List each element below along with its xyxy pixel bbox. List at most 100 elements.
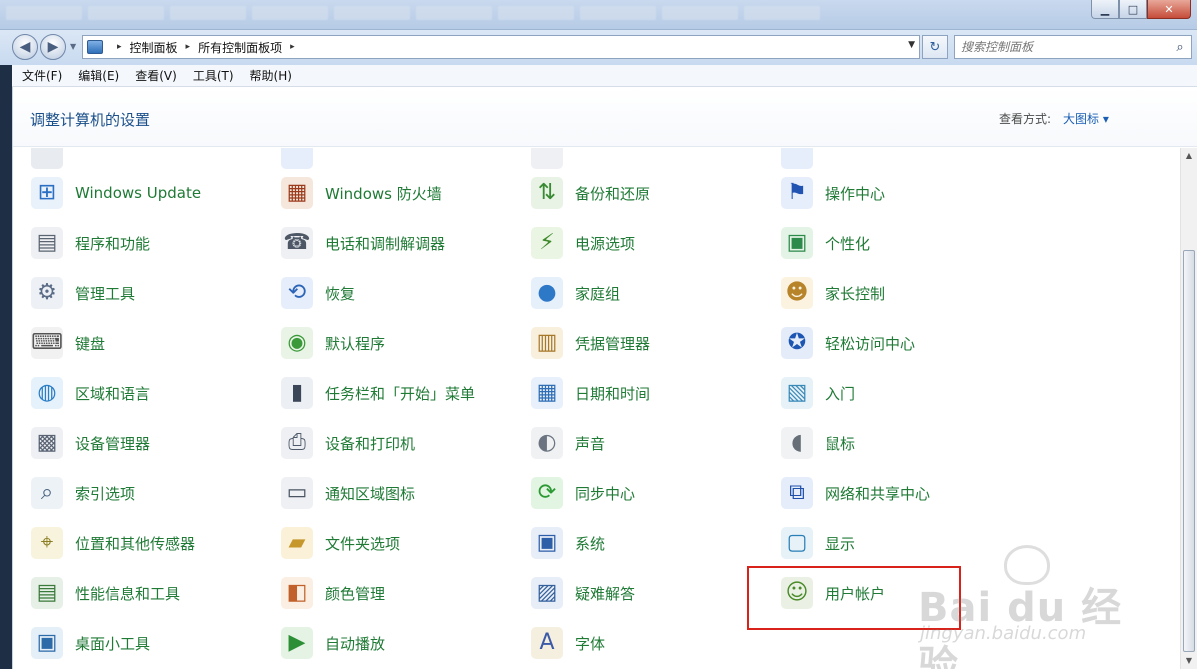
control-panel-item-label[interactable]: 文件夹选项: [325, 533, 400, 554]
control-panel-item[interactable]: ▥ 凭据管理器: [513, 323, 758, 363]
maximize-button[interactable]: □: [1119, 0, 1147, 19]
partial-item[interactable]: [763, 148, 1008, 173]
control-panel-item-label[interactable]: 程序和功能: [75, 233, 150, 254]
control-panel-item-label[interactable]: Windows Update: [75, 184, 201, 202]
control-panel-item-label[interactable]: Windows 防火墙: [325, 183, 442, 204]
control-panel-item[interactable]: ⊞ Windows Update: [13, 173, 258, 213]
control-panel-item[interactable]: ▦ 日期和时间: [513, 373, 758, 413]
control-panel-item[interactable]: ▣ 桌面小工具: [13, 623, 258, 663]
control-panel-item[interactable]: ⌖ 位置和其他传感器: [13, 523, 258, 563]
control-panel-item[interactable]: ⇅ 备份和还原: [513, 173, 758, 213]
control-panel-item-label[interactable]: 管理工具: [75, 283, 135, 304]
control-panel-item-label[interactable]: 索引选项: [75, 483, 135, 504]
control-panel-item-label[interactable]: 电源选项: [575, 233, 635, 254]
control-panel-item[interactable]: ▮ 任务栏和「开始」菜单: [263, 373, 508, 413]
scroll-up-arrow-icon[interactable]: ▲: [1181, 148, 1197, 164]
control-panel-item-label[interactable]: 疑难解答: [575, 583, 635, 604]
control-panel-item-label[interactable]: 个性化: [825, 233, 870, 254]
control-panel-item-label[interactable]: 家长控制: [825, 283, 885, 304]
vertical-scrollbar[interactable]: ▲ ▼: [1180, 148, 1197, 669]
refresh-button[interactable]: ↻: [922, 35, 948, 59]
control-panel-item[interactable]: ▤ 性能信息和工具: [13, 573, 258, 613]
back-button[interactable]: ◀: [12, 34, 38, 60]
control-panel-item[interactable]: ▩ 设备管理器: [13, 423, 258, 463]
search-input[interactable]: [955, 36, 1169, 58]
control-panel-item[interactable]: ⚙ 管理工具: [13, 273, 258, 313]
partial-item[interactable]: [513, 148, 758, 173]
control-panel-item[interactable]: ▧ 入门: [763, 373, 1008, 413]
breadcrumb-separator[interactable]: ▸: [117, 42, 122, 52]
menu-view[interactable]: 查看(V): [125, 67, 183, 84]
control-panel-item-label[interactable]: 恢复: [325, 283, 355, 304]
scroll-thumb[interactable]: [1183, 250, 1195, 652]
forward-button[interactable]: ▶: [40, 34, 66, 60]
control-panel-item-label[interactable]: 鼠标: [825, 433, 855, 454]
control-panel-item-label[interactable]: 凭据管理器: [575, 333, 650, 354]
control-panel-item[interactable]: A 字体: [513, 623, 758, 663]
control-panel-item[interactable]: ⧉ 网络和共享中心: [763, 473, 1008, 513]
control-panel-item-label[interactable]: 默认程序: [325, 333, 385, 354]
control-panel-item[interactable]: ● 家庭组: [513, 273, 758, 313]
scroll-down-arrow-icon[interactable]: ▼: [1181, 653, 1197, 669]
control-panel-item[interactable]: ◖ 鼠标: [763, 423, 1008, 463]
control-panel-item-label[interactable]: 网络和共享中心: [825, 483, 930, 504]
control-panel-item[interactable]: ▣ 系统: [513, 523, 758, 563]
control-panel-item-label[interactable]: 位置和其他传感器: [75, 533, 195, 554]
control-panel-item-label[interactable]: 字体: [575, 633, 605, 654]
control-panel-item-label[interactable]: 颜色管理: [325, 583, 385, 604]
control-panel-item-label[interactable]: 入门: [825, 383, 855, 404]
control-panel-item-label[interactable]: 任务栏和「开始」菜单: [325, 383, 475, 404]
search-icon[interactable]: ⌕: [1169, 40, 1191, 55]
control-panel-item[interactable]: ◉ 默认程序: [263, 323, 508, 363]
control-panel-item[interactable]: ◐ 声音: [513, 423, 758, 463]
control-panel-item[interactable]: ☎ 电话和调制解调器: [263, 223, 508, 263]
control-panel-item-label[interactable]: 日期和时间: [575, 383, 650, 404]
partial-item[interactable]: [13, 148, 258, 173]
minimize-button[interactable]: ▁: [1091, 0, 1119, 19]
control-panel-item-label[interactable]: 操作中心: [825, 183, 885, 204]
control-panel-item-label[interactable]: 设备和打印机: [325, 433, 415, 454]
control-panel-item-label[interactable]: 备份和还原: [575, 183, 650, 204]
control-panel-item-label[interactable]: 家庭组: [575, 283, 620, 304]
control-panel-item[interactable]: ✪ 轻松访问中心: [763, 323, 1008, 363]
control-panel-item-label[interactable]: 声音: [575, 433, 605, 454]
control-panel-item[interactable]: ⌨ 键盘: [13, 323, 258, 363]
control-panel-item[interactable]: ⚑ 操作中心: [763, 173, 1008, 213]
control-panel-item[interactable]: ◧ 颜色管理: [263, 573, 508, 613]
control-panel-item-label[interactable]: 电话和调制解调器: [325, 233, 445, 254]
control-panel-item-label[interactable]: 自动播放: [325, 633, 385, 654]
breadcrumb-control-panel[interactable]: 控制面板: [130, 39, 178, 56]
control-panel-item[interactable]: ⌕ 索引选项: [13, 473, 258, 513]
control-panel-item[interactable]: ▨ 疑难解答: [513, 573, 758, 613]
address-bar[interactable]: ▸ 控制面板 ▸ 所有控制面板项 ▸ ▼: [82, 35, 920, 59]
control-panel-item[interactable]: ⎙ 设备和打印机: [263, 423, 508, 463]
control-panel-item[interactable]: ▶ 自动播放: [263, 623, 508, 663]
control-panel-item[interactable]: ▰ 文件夹选项: [263, 523, 508, 563]
menu-file[interactable]: 文件(F): [12, 67, 68, 84]
control-panel-item[interactable]: ▦ Windows 防火墙: [263, 173, 508, 213]
control-panel-item-label[interactable]: 通知区域图标: [325, 483, 415, 504]
control-panel-item-label[interactable]: 区域和语言: [75, 383, 150, 404]
control-panel-item[interactable]: ▤ 程序和功能: [13, 223, 258, 263]
menu-edit[interactable]: 编辑(E): [68, 67, 125, 84]
control-panel-item-label[interactable]: 键盘: [75, 333, 105, 354]
breadcrumb-separator[interactable]: ▸: [290, 42, 295, 52]
control-panel-item-label[interactable]: 桌面小工具: [75, 633, 150, 654]
control-panel-item[interactable]: ⟳ 同步中心: [513, 473, 758, 513]
control-panel-item-label[interactable]: 轻松访问中心: [825, 333, 915, 354]
control-panel-item[interactable]: ⟲ 恢复: [263, 273, 508, 313]
control-panel-item-label[interactable]: 系统: [575, 533, 605, 554]
address-history-dropdown[interactable]: ▼: [908, 40, 915, 50]
control-panel-item-label[interactable]: 同步中心: [575, 483, 635, 504]
control-panel-item-label[interactable]: 显示: [825, 533, 855, 554]
control-panel-item-label[interactable]: 性能信息和工具: [75, 583, 180, 604]
search-box[interactable]: ⌕: [954, 35, 1192, 59]
breadcrumb-all-items[interactable]: 所有控制面板项: [198, 39, 282, 56]
control-panel-item[interactable]: ▣ 个性化: [763, 223, 1008, 263]
menu-tools[interactable]: 工具(T): [183, 67, 240, 84]
control-panel-item-label[interactable]: 设备管理器: [75, 433, 150, 454]
control-panel-item[interactable]: ▭ 通知区域图标: [263, 473, 508, 513]
control-panel-item[interactable]: ☻ 家长控制: [763, 273, 1008, 313]
breadcrumb-separator[interactable]: ▸: [186, 42, 191, 52]
control-panel-item[interactable]: ◍ 区域和语言: [13, 373, 258, 413]
